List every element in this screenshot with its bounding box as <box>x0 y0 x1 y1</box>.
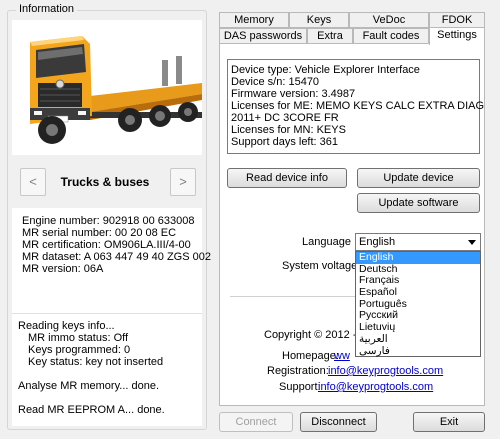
tab-memory[interactable]: Memory <box>219 12 289 28</box>
connect-button[interactable]: Connect <box>219 412 293 432</box>
registration-email-link[interactable]: info@keyprogtools.com <box>328 365 443 377</box>
language-select[interactable]: English <box>355 233 481 251</box>
tab-vedoc[interactable]: VeDoc <box>349 12 429 28</box>
licenses-mn: Licenses for MN: KEYS <box>231 124 346 136</box>
log-line: Reading keys info... <box>18 320 115 332</box>
licenses-me-cont: 2011+ DC 3CORE FR <box>231 112 339 124</box>
language-label: Language <box>302 236 351 248</box>
disconnect-button[interactable]: Disconnect <box>300 412 377 432</box>
language-option-espanol[interactable]: Español <box>356 286 480 299</box>
mr-version: MR version: 06A <box>22 263 104 275</box>
tab-keys[interactable]: Keys <box>289 12 349 28</box>
system-voltage-label: System voltage <box>282 260 358 272</box>
log-line: Read MR EEPROM A... done. <box>18 404 165 416</box>
next-vehicle-button[interactable]: > <box>170 168 196 196</box>
copyright-text: Copyright © 2012 - 2 <box>264 329 366 341</box>
truck-illustration <box>30 36 202 144</box>
support-label: Support: <box>279 381 321 393</box>
tab-fault-codes[interactable]: Fault codes <box>353 28 429 44</box>
tab-settings[interactable]: Settings <box>429 27 485 45</box>
engine-number: Engine number: 902918 00 633008 <box>22 215 195 227</box>
support-days-left: Support days left: 361 <box>231 136 339 148</box>
information-group-title: Information <box>16 3 78 15</box>
update-software-button[interactable]: Update software <box>357 193 480 213</box>
homepage-link[interactable]: ww <box>334 350 350 362</box>
log-line: Key status: key not inserted <box>28 356 164 368</box>
read-device-info-button[interactable]: Read device info <box>227 168 347 188</box>
tab-fdok[interactable]: FDOK <box>429 12 485 28</box>
log-output: Reading keys info... MR immo status: Off… <box>12 313 202 426</box>
log-line: MR immo status: Off <box>28 332 129 344</box>
vehicle-image <box>12 20 202 155</box>
tab-das-passwords[interactable]: DAS passwords <box>219 28 307 44</box>
language-dropdown-list: English Deutsch Français Español Portugu… <box>355 251 481 357</box>
device-info-box: Device type: Vehicle Explorer Interface … <box>227 59 484 154</box>
device-type: Device type: Vehicle Explorer Interface <box>231 64 420 76</box>
firmware-version: Firmware version: 3.4987 <box>231 88 356 100</box>
language-option-english[interactable]: English <box>356 251 480 264</box>
homepage-label: Homepage: <box>282 350 339 362</box>
update-device-button[interactable]: Update device <box>357 168 480 188</box>
registration-label: Registration: <box>267 365 329 377</box>
mr-dataset: MR dataset: A 063 447 49 40 ZGS 002 <box>22 251 211 263</box>
log-line: Keys programmed: 0 <box>28 344 131 356</box>
engine-info-box: Engine number: 902918 00 633008 MR seria… <box>12 208 211 313</box>
previous-vehicle-button[interactable]: < <box>20 168 46 196</box>
exit-button[interactable]: Exit <box>413 412 485 432</box>
language-option-arabic[interactable]: العربية <box>356 333 480 346</box>
language-selected-value: English <box>359 236 396 248</box>
device-serial: Device s/n: 15470 <box>231 76 320 88</box>
tab-extra[interactable]: Extra <box>307 28 353 44</box>
language-option-persian[interactable]: فارسی <box>356 345 480 358</box>
support-email-link[interactable]: info@keyprogtools.com <box>318 381 433 393</box>
licenses-me: Licenses for ME: MEMO KEYS CALC EXTRA DI… <box>231 100 485 112</box>
mr-certification: MR certification: OM906LA.III/4-00 <box>22 239 191 251</box>
vehicle-category-label: Trucks & buses <box>60 175 150 189</box>
log-line: Analyse MR memory... done. <box>18 380 160 392</box>
chevron-down-icon <box>468 240 476 245</box>
mr-serial-number: MR serial number: 00 20 08 EC <box>22 227 177 239</box>
